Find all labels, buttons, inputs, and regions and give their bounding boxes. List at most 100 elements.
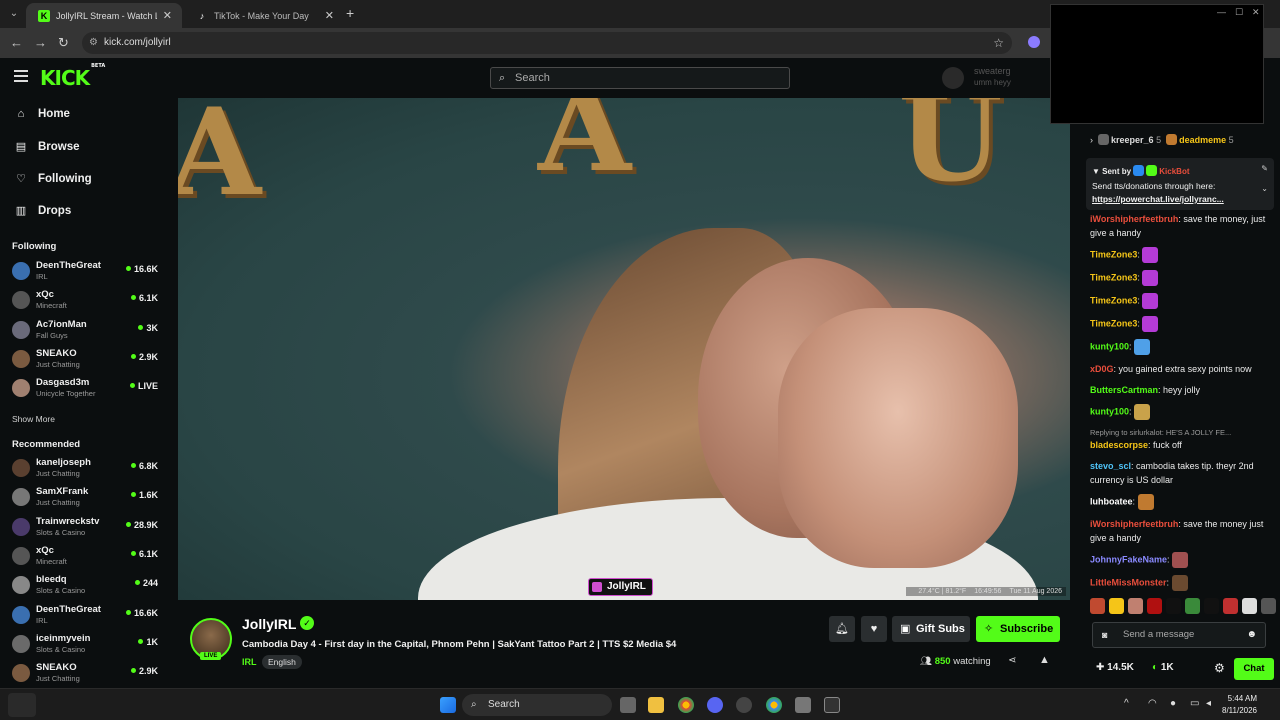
emote-icon[interactable] [1166, 598, 1181, 614]
points-count[interactable]: ✚ 14.5K [1096, 662, 1134, 673]
chat-username[interactable]: TimeZone3 [1090, 295, 1137, 305]
streamer-name[interactable]: JollyIRL [242, 616, 296, 632]
chat-message-input[interactable]: ◙ Send a message ☻ [1092, 622, 1266, 648]
bookmark-star-icon[interactable]: ☆ [993, 32, 1004, 54]
emote-icon[interactable] [1090, 598, 1105, 614]
sidebar-channel-deenthegreat[interactable]: DeenTheGreat IRL 16.6K [12, 602, 162, 628]
chat-username[interactable]: xD0G [1090, 364, 1114, 374]
chat-username[interactable]: stevo_scl [1090, 461, 1131, 471]
emote-icon[interactable] [1147, 598, 1162, 614]
chat-username[interactable]: TimeZone3 [1090, 249, 1137, 259]
windows-start-icon[interactable] [440, 697, 456, 713]
sidebar-channel-kaneljoseph[interactable]: kaneljoseph Just Chatting 6.8K [12, 455, 162, 481]
tab-kick[interactable]: K JollyIRL Stream - Watch Liv ✕ [26, 3, 182, 28]
tab-search-icon[interactable]: ⌄ [6, 6, 22, 22]
emote-icon[interactable] [1204, 598, 1219, 614]
show-more-button[interactable]: Show More [12, 414, 55, 424]
emote-icon[interactable] [1128, 598, 1143, 614]
language-tag[interactable]: English [262, 655, 302, 669]
sidebar-item-home[interactable]: ⌂ Home [14, 108, 70, 120]
notification-bell-button[interactable]: 🔔︎ [829, 616, 855, 642]
sidebar-channel-trainwreckstv[interactable]: Trainwreckstv Slots & Casino 28.9K [12, 514, 162, 540]
close-tab-icon[interactable]: ✕ [325, 9, 334, 22]
back-icon[interactable]: ← [10, 35, 23, 50]
pinned-message[interactable]: ▼ Sent by KickBot Send tts/donations thr… [1086, 158, 1274, 210]
subscribe-button[interactable]: ✧ Subscribe [976, 616, 1060, 642]
chat-username[interactable]: ButtersCartman [1090, 385, 1158, 395]
sidebar-channel-xqc[interactable]: xQc Minecraft 6.1K [12, 287, 162, 313]
chrome-icon[interactable] [678, 697, 694, 713]
chat-send-button[interactable]: Chat [1234, 658, 1274, 680]
wifi-icon[interactable]: ◠ [1148, 698, 1157, 709]
floating-overlay-window[interactable]: — ☐ ✕ [1050, 4, 1264, 124]
discord-icon[interactable] [707, 697, 723, 713]
chrome-active-icon[interactable] [766, 697, 782, 713]
new-tab-icon[interactable]: + [346, 5, 354, 21]
volume-icon[interactable]: ◂ [1206, 698, 1211, 709]
widgets-button[interactable] [8, 693, 36, 717]
mic-icon[interactable]: ● [1170, 698, 1176, 709]
url-input[interactable]: ⚙ kick.com/jollyirl ☆ [82, 32, 1012, 54]
emote-icon[interactable] [1109, 598, 1124, 614]
video-player[interactable]: A A U JollyIRL 27.4°C | 81.2°F 16:49:56 Tu… [178, 98, 1070, 600]
search-input[interactable]: ⌕ Search [490, 67, 790, 89]
chat-username[interactable]: kunty100 [1090, 341, 1129, 351]
chat-username[interactable]: iWorshipherfeetbruh [1090, 519, 1178, 529]
unpin-icon[interactable]: ✎ [1261, 164, 1268, 173]
sidebar-item-drops[interactable]: ▥ Drops [14, 204, 71, 218]
sidebar-channel-samxfrank[interactable]: SamXFrank Just Chatting 1.6K [12, 484, 162, 510]
sidebar-item-following[interactable]: ♡ Following [14, 172, 92, 186]
app-icon[interactable] [736, 697, 752, 713]
sidebar-channel-bleedq[interactable]: bleedq Slots & Casino 244 [12, 572, 162, 598]
minimize-icon[interactable]: — [1217, 7, 1226, 17]
chevron-down-icon[interactable]: ⌄ [1261, 184, 1268, 193]
stream-category[interactable]: IRL [242, 657, 257, 667]
sidebar-channel-ac7ionman[interactable]: Ac7ionMan Fall Guys 3K [12, 317, 162, 343]
kick-coins-count[interactable]: ◐ 1K [1152, 662, 1174, 673]
chat-username[interactable]: kunty100 [1090, 406, 1129, 416]
system-clock[interactable]: 5:44 AM 8/11/2026 [1222, 693, 1257, 717]
close-icon[interactable]: ✕ [1252, 7, 1260, 18]
sidebar-channel-xqc[interactable]: xQc Minecraft 6.1K [12, 543, 162, 569]
reply-context[interactable]: Replying to sirlurkalot: HE'S A JOLLY FE… [1090, 427, 1275, 438]
tray-chevron-icon[interactable]: ^ [1124, 698, 1129, 709]
reload-icon[interactable]: ↻ [58, 35, 69, 51]
gear-icon[interactable]: ⚙ [1214, 661, 1225, 675]
chat-username[interactable]: JohnnyFakeName [1090, 554, 1167, 564]
chat-username[interactable]: iWorshipherfeetbruh [1090, 214, 1178, 224]
emote-icon[interactable] [1223, 598, 1238, 614]
sidebar-channel-dasgasd3m[interactable]: Dasgasd3m Unicycle Together LIVE [12, 375, 162, 401]
terminal-icon[interactable] [824, 697, 840, 713]
tab-tiktok[interactable]: ♪ TikTok - Make Your Day ✕ [184, 3, 344, 28]
chat-username[interactable]: TimeZone3 [1090, 272, 1137, 282]
sidebar-item-browse[interactable]: ▤ Browse [14, 140, 80, 154]
chat-username[interactable]: TimeZone3 [1090, 318, 1137, 328]
taskbar-search[interactable]: ⌕ Search [462, 694, 612, 716]
site-info-icon[interactable]: ⚙ [89, 32, 98, 54]
report-icon[interactable]: ▲ [1039, 654, 1050, 666]
menu-icon[interactable] [14, 70, 28, 82]
sidebar-channel-sneako[interactable]: SNEAKO Just Chatting 2.9K [12, 660, 162, 686]
forward-icon[interactable]: → [34, 35, 47, 50]
file-explorer-icon[interactable] [648, 697, 664, 713]
extension-icon[interactable] [1028, 36, 1040, 48]
task-view-icon[interactable] [620, 697, 636, 713]
emote-icon[interactable] [1242, 598, 1257, 614]
chat-username[interactable]: luhboatee [1090, 496, 1133, 506]
sidebar-channel-sneako[interactable]: SNEAKO Just Chatting 2.9K [12, 346, 162, 372]
emoji-icon[interactable]: ☻ [1246, 623, 1257, 647]
sidebar-channel-iceinmyvein[interactable]: iceinmyvein Slots & Casino 1K [12, 631, 162, 657]
gift-subs-button[interactable]: ▣ Gift Subs [892, 616, 970, 642]
sidebar-channel-deenthegreat[interactable]: DeenTheGreat IRL 16.6K [12, 258, 162, 284]
close-tab-icon[interactable]: ✕ [163, 9, 172, 22]
emote-icon[interactable] [1261, 598, 1276, 614]
maximize-icon[interactable]: ☐ [1235, 7, 1243, 18]
chat-username[interactable]: LittleMissMonster [1090, 577, 1167, 587]
kick-logo[interactable]: KICK BETA [40, 63, 105, 90]
share-icon[interactable]: ⋖ [1008, 655, 1016, 666]
settings-app-icon[interactable] [795, 697, 811, 713]
chat-username[interactable]: bladescorpse [1090, 440, 1148, 450]
follow-heart-button[interactable]: ♥ [861, 616, 887, 642]
emote-icon[interactable] [1185, 598, 1200, 614]
pinned-link[interactable]: https://powerchat.live/jollyranc... [1092, 194, 1224, 204]
